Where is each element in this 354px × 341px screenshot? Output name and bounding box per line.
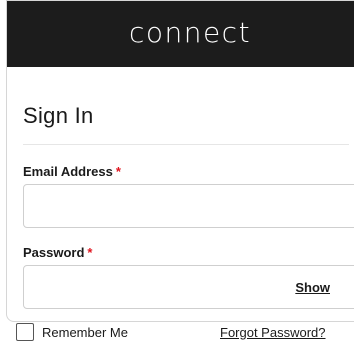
page-title: Sign In xyxy=(23,103,94,128)
password-field[interactable]: Show xyxy=(23,265,354,309)
show-password-button[interactable]: Show xyxy=(295,280,330,295)
brand-header: connect xyxy=(7,1,354,67)
email-label: Email Address * xyxy=(23,164,121,179)
password-label-text: Password xyxy=(23,245,85,260)
email-label-text: Email Address xyxy=(23,164,113,179)
remember-me-checkbox[interactable] xyxy=(16,323,34,341)
sign-in-card: connect Sign In Email Address * Password *… xyxy=(6,0,354,322)
password-label: Password * xyxy=(23,245,92,260)
email-required-marker: * xyxy=(115,164,121,179)
brand-logo: connect xyxy=(128,15,252,49)
title-divider xyxy=(23,144,349,145)
email-input[interactable] xyxy=(24,185,354,227)
email-field[interactable] xyxy=(23,184,354,228)
password-required-marker: * xyxy=(87,245,93,260)
